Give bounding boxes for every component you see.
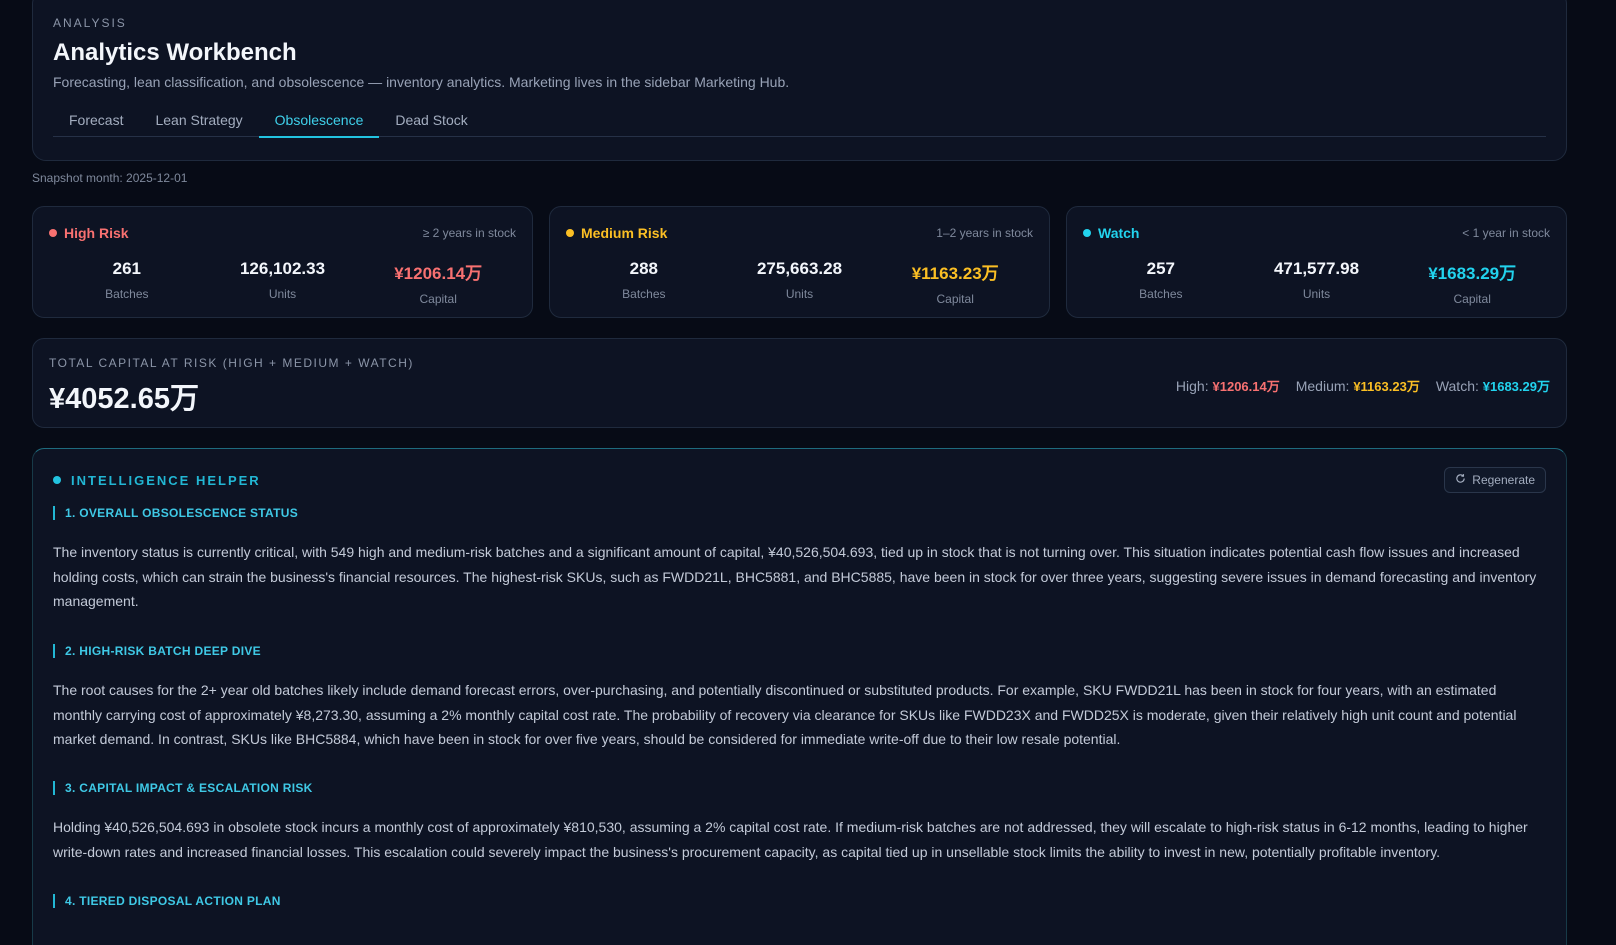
- stat-batches: 288 Batches: [566, 259, 722, 306]
- stat-label: Units: [785, 287, 814, 301]
- risk-note: < 1 year in stock: [1462, 226, 1550, 240]
- breakdown-watch: Watch: ¥1683.29万: [1436, 376, 1550, 395]
- stat-value: ¥1683.29万: [1428, 264, 1517, 283]
- regenerate-button[interactable]: Regenerate: [1444, 467, 1546, 493]
- regenerate-label: Regenerate: [1472, 473, 1535, 487]
- stat-label: Capital: [936, 292, 974, 306]
- stat-label: Capital: [1453, 292, 1491, 306]
- stat-units: 126,102.33 Units: [205, 259, 361, 306]
- status-dot-icon: [566, 229, 574, 237]
- status-dot-icon: [1083, 229, 1091, 237]
- section-heading: 2. HIGH-RISK BATCH DEEP DIVE: [53, 644, 261, 658]
- capital-breakdown: High: ¥1206.14万 Medium: ¥1163.23万 Watch:…: [1176, 376, 1550, 395]
- risk-label-watch: Watch: [1083, 225, 1139, 241]
- page: ANALYSIS Analytics Workbench Forecasting…: [0, 0, 1616, 945]
- stat-label: Units: [268, 287, 297, 301]
- stat-value: ¥1206.14万: [394, 264, 483, 283]
- breakdown-value: ¥1683.29万: [1482, 379, 1550, 394]
- section-body: Holding ¥40,526,504.693 in obsolete stoc…: [53, 819, 1528, 860]
- stat-value: 288: [629, 259, 659, 278]
- stat-units: 275,663.28 Units: [722, 259, 878, 306]
- breakdown-label: Watch:: [1435, 378, 1479, 394]
- stat-value: 275,663.28: [756, 259, 843, 278]
- tab-lean-strategy[interactable]: Lean Strategy: [139, 103, 258, 137]
- stat-label: Batches: [622, 287, 666, 301]
- refresh-icon: [1455, 473, 1466, 487]
- intel-title-text: INTELLIGENCE HELPER: [71, 472, 261, 488]
- page-title: Analytics Workbench: [53, 39, 297, 66]
- status-dot-icon: [53, 476, 61, 484]
- section-heading: 4. TIERED DISPOSAL ACTION PLAN: [53, 894, 281, 908]
- breakdown-label: Medium:: [1295, 378, 1350, 394]
- section-body: The inventory status is currently critic…: [53, 544, 1537, 609]
- total-capital-label: TOTAL CAPITAL AT RISK (HIGH + MEDIUM + W…: [49, 356, 414, 370]
- header-card: ANALYSIS Analytics Workbench Forecasting…: [32, 0, 1567, 161]
- total-capital-card: TOTAL CAPITAL AT RISK (HIGH + MEDIUM + W…: [32, 338, 1567, 428]
- risk-label-high: High Risk: [49, 225, 129, 241]
- risk-note: 1–2 years in stock: [936, 226, 1033, 240]
- stat-batches: 261 Batches: [49, 259, 205, 306]
- stat-capital: ¥1683.29万 Capital: [1394, 259, 1550, 306]
- stat-capital: ¥1163.23万 Capital: [877, 259, 1033, 306]
- stat-value: 126,102.33: [239, 259, 326, 278]
- snapshot-month: Snapshot month: 2025-12-01: [32, 171, 188, 185]
- stat-value: ¥1163.23万: [911, 264, 999, 283]
- stat-capital: ¥1206.14万 Capital: [360, 259, 516, 306]
- stat-value: 471,577.98: [1273, 259, 1360, 278]
- stat-label: Capital: [419, 292, 457, 306]
- tab-forecast[interactable]: Forecast: [53, 103, 139, 137]
- risk-card-watch: Watch < 1 year in stock 257 Batches 471,…: [1066, 206, 1567, 318]
- breakdown-value: ¥1163.23万: [1353, 379, 1420, 394]
- stat-label: Batches: [105, 287, 149, 301]
- stat-value: 261: [112, 259, 142, 278]
- risk-card-high: High Risk ≥ 2 years in stock 261 Batches…: [32, 206, 533, 318]
- section-heading: 1. OVERALL OBSOLESCENCE STATUS: [53, 506, 298, 520]
- stat-batches: 257 Batches: [1083, 259, 1239, 306]
- section-body: The root causes for the 2+ year old batc…: [53, 682, 1517, 747]
- tab-bar: Forecast Lean Strategy Obsolescence Dead…: [53, 103, 1546, 138]
- intelligence-helper-card: INTELLIGENCE HELPER Regenerate 1. OVERAL…: [32, 448, 1567, 945]
- risk-title: Medium Risk: [581, 225, 668, 241]
- risk-note: ≥ 2 years in stock: [422, 226, 516, 240]
- intelligence-helper-title: INTELLIGENCE HELPER: [53, 473, 261, 488]
- total-capital-value: ¥4052.65万: [49, 383, 199, 415]
- risk-card-medium: Medium Risk 1–2 years in stock 288 Batch…: [549, 206, 1050, 318]
- risk-title: High Risk: [64, 225, 129, 241]
- risk-title: Watch: [1098, 225, 1140, 241]
- section-heading: 3. CAPITAL IMPACT & ESCALATION RISK: [53, 781, 313, 795]
- tab-dead-stock[interactable]: Dead Stock: [379, 103, 483, 137]
- page-subtitle: Forecasting, lean classification, and ob…: [53, 74, 790, 90]
- breakdown-medium: Medium: ¥1163.23万: [1296, 376, 1420, 395]
- status-dot-icon: [49, 229, 57, 237]
- breakdown-high: High: ¥1206.14万: [1176, 376, 1280, 395]
- tab-obsolescence[interactable]: Obsolescence: [258, 103, 380, 138]
- risk-label-medium: Medium Risk: [566, 225, 667, 241]
- breakdown-value: ¥1206.14万: [1212, 379, 1280, 394]
- stat-label: Units: [1302, 287, 1331, 301]
- stat-units: 471,577.98 Units: [1239, 259, 1395, 306]
- section-eyebrow: ANALYSIS: [53, 16, 127, 30]
- stat-value: 257: [1146, 259, 1176, 278]
- breakdown-label: High:: [1175, 378, 1209, 394]
- stat-label: Batches: [1139, 287, 1183, 301]
